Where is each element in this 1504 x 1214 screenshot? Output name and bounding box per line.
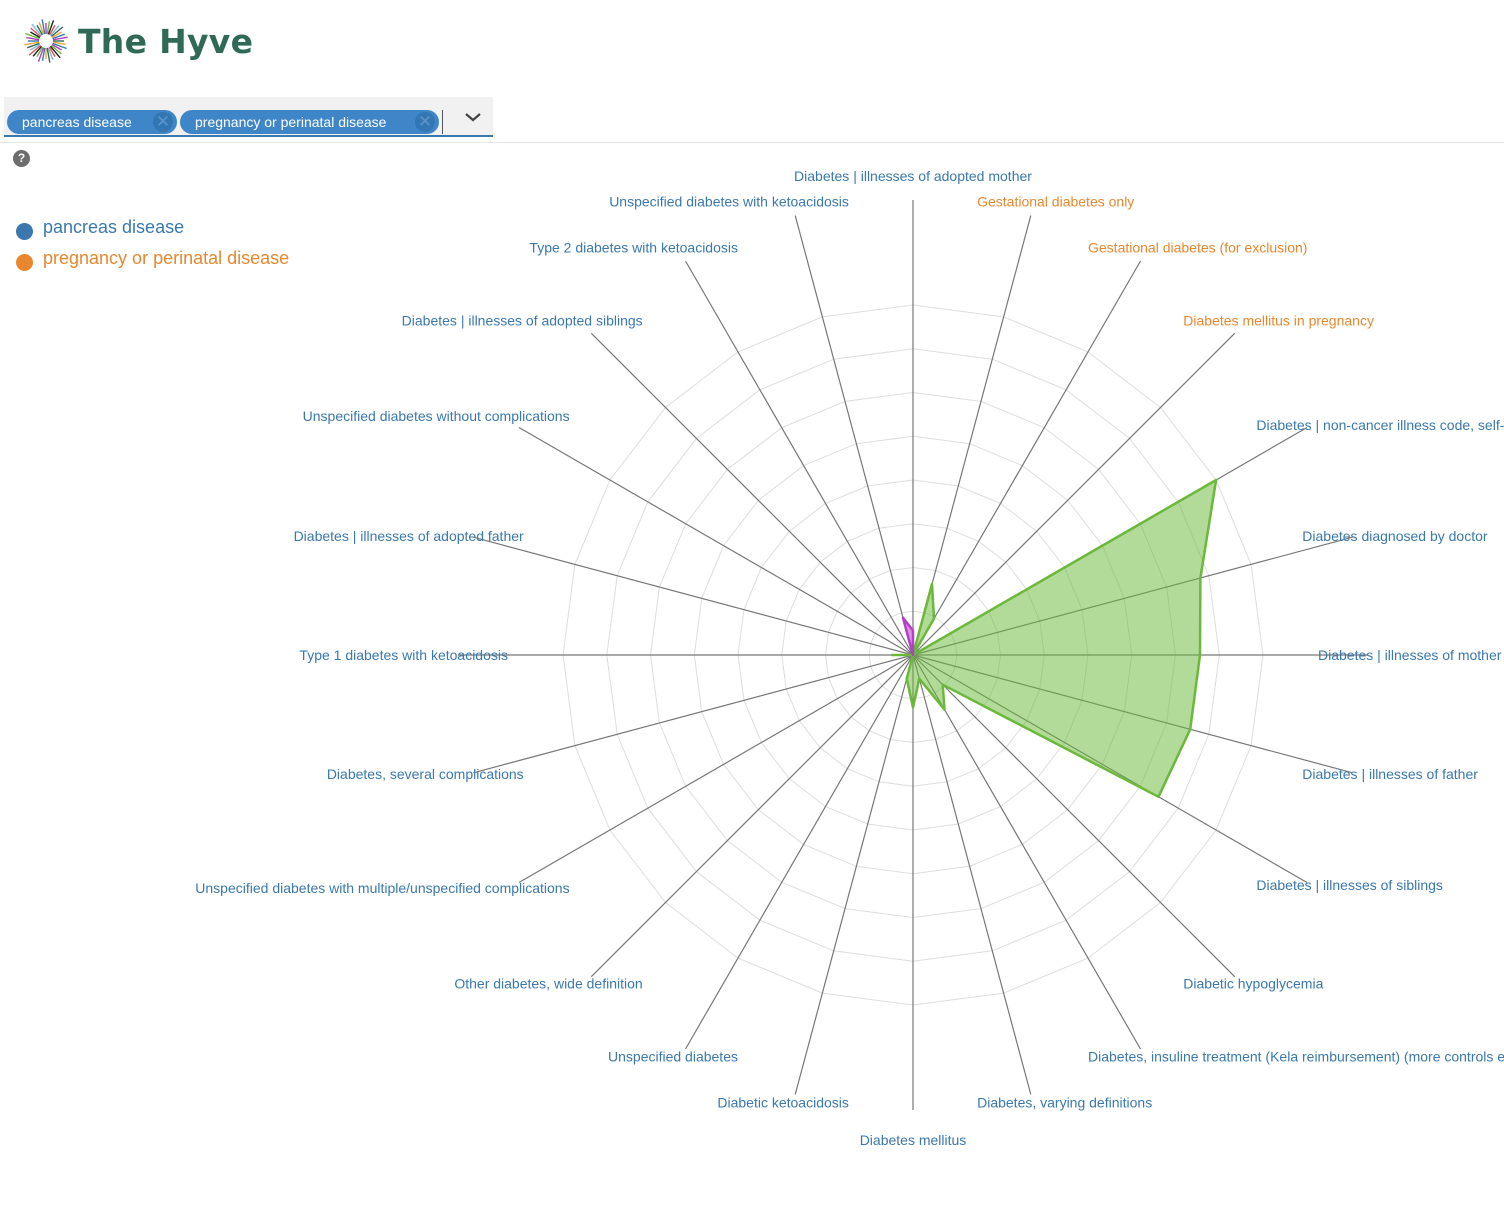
axis-label[interactable]: Diabetes | illnesses of father — [1302, 766, 1478, 782]
axis-label[interactable]: Unspecified diabetes with ketoacidosis — [609, 194, 849, 210]
axis-label[interactable]: Other diabetes, wide definition — [454, 975, 642, 991]
axis-label[interactable]: Diabetes mellitus — [860, 1132, 967, 1148]
axis-label[interactable]: Type 2 diabetes with ketoacidosis — [529, 240, 738, 256]
axis-label[interactable]: Diabetes | illnesses of mother — [1318, 647, 1502, 663]
axis-label[interactable]: Type 1 diabetes with ketoacidosis — [299, 647, 508, 663]
axis-line — [794, 654, 914, 1095]
axis-label[interactable]: Diabetes | illnesses of adopted father — [294, 528, 524, 544]
axis-label[interactable]: Unspecified diabetes without complicatio… — [303, 408, 570, 424]
axis-label[interactable]: Unspecified diabetes with multiple/unspe… — [195, 880, 569, 896]
axis-label[interactable]: Unspecified diabetes — [608, 1048, 738, 1064]
axis-label[interactable]: Diabetes, insuline treatment (Kela reimb… — [1088, 1048, 1504, 1064]
axis-label[interactable]: Diabetes mellitus in pregnancy — [1183, 313, 1374, 329]
axis-line — [684, 260, 914, 656]
axis-line — [590, 332, 914, 656]
axis-label[interactable]: Diabetes, varying definitions — [977, 1094, 1152, 1110]
axis-label[interactable]: Gestational diabetes (for exclusion) — [1088, 240, 1307, 256]
axis-label[interactable]: Diabetic hypoglycemia — [1183, 975, 1323, 991]
axis-line — [473, 536, 914, 656]
axis-label[interactable]: Diabetes | illnesses of siblings — [1256, 877, 1443, 893]
axis-label[interactable]: Diabetic ketoacidosis — [717, 1094, 849, 1110]
axis-line — [518, 654, 914, 884]
axis-line — [518, 426, 914, 656]
axis-line — [590, 654, 914, 978]
radar-chart: Diabetes | illnesses of adopted mother Ge… — [195, 168, 1504, 1148]
axis-line — [684, 654, 914, 1050]
axis-line — [794, 215, 914, 656]
axis-label[interactable]: Diabetes | non-cancer illness code, self… — [1256, 417, 1504, 433]
axis-label[interactable]: Diabetes, several complications — [327, 766, 524, 782]
axis-line — [473, 654, 914, 774]
axis-label[interactable]: Diabetes diagnosed by doctor — [1302, 528, 1488, 544]
axis-label[interactable]: Gestational diabetes only — [977, 194, 1134, 210]
axis-label[interactable]: Diabetes | illnesses of adopted siblings — [402, 313, 643, 329]
axis-label[interactable]: Diabetes | illnesses of adopted mother — [794, 168, 1032, 184]
